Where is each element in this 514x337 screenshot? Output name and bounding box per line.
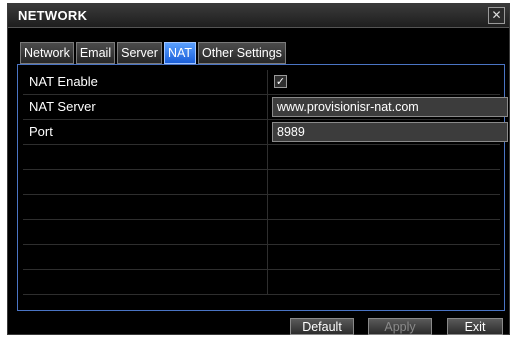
default-button[interactable]: Default <box>290 318 354 335</box>
empty-row <box>23 220 500 245</box>
dialog-title: NETWORK <box>18 8 88 23</box>
tab-nat[interactable]: NAT <box>163 42 197 64</box>
empty-row <box>23 245 500 270</box>
button-bar: Default Apply Exit <box>8 314 509 335</box>
tab-server[interactable]: Server <box>117 42 162 64</box>
tab-bar: Network Email Server NAT Other Settings <box>20 42 288 64</box>
empty-row <box>23 195 500 220</box>
close-icon: ✕ <box>491 8 502 22</box>
nat-server-row: NAT Server www.provisionisr-nat.com <box>23 95 508 120</box>
nat-enable-label: NAT Enable <box>23 70 268 94</box>
port-row: Port 8989 <box>23 120 508 145</box>
nat-enable-checkbox[interactable]: ✓ <box>274 75 287 88</box>
settings-grid: NAT Enable ✓ NAT Server www.provisionisr… <box>23 70 508 295</box>
empty-row <box>23 170 500 195</box>
nat-server-input[interactable]: www.provisionisr-nat.com <box>272 97 508 117</box>
tab-email[interactable]: Email <box>75 42 116 64</box>
empty-row <box>23 145 500 170</box>
nat-server-label: NAT Server <box>23 95 268 119</box>
title-bar: NETWORK ✕ <box>8 4 509 28</box>
tab-other-settings[interactable]: Other Settings <box>198 42 286 64</box>
empty-row <box>23 270 500 295</box>
checkmark-icon: ✓ <box>275 76 286 88</box>
port-input[interactable]: 8989 <box>272 122 508 142</box>
nat-enable-row: NAT Enable ✓ <box>23 70 500 95</box>
tab-network[interactable]: Network <box>20 42 74 64</box>
network-dialog: NETWORK ✕ Network Email Server NAT Other… <box>7 3 510 335</box>
port-label: Port <box>23 120 268 144</box>
close-button[interactable]: ✕ <box>488 7 505 24</box>
nat-settings-panel: NAT Enable ✓ NAT Server www.provisionisr… <box>17 64 508 311</box>
exit-button[interactable]: Exit <box>447 318 503 335</box>
apply-button[interactable]: Apply <box>368 318 432 335</box>
